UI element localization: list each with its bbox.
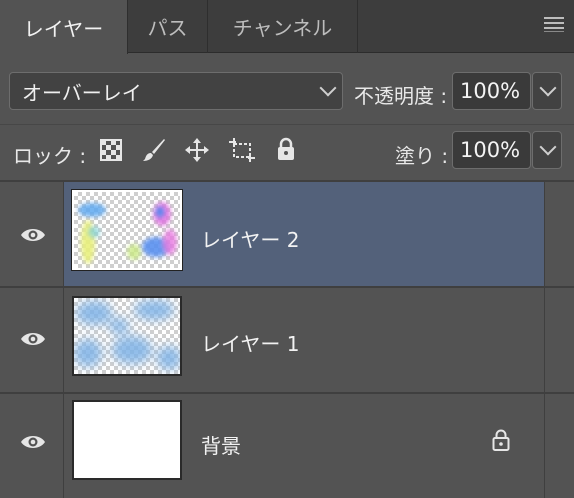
fill-value: 100% <box>460 138 521 162</box>
eye-icon[interactable] <box>20 331 46 347</box>
lock-image-pixels-icon[interactable] <box>141 137 167 163</box>
layer-row-layer-1[interactable]: レイヤー 1 <box>0 288 574 392</box>
chevron-down-icon <box>319 79 337 97</box>
fill-dropdown-button[interactable] <box>532 131 562 169</box>
blend-mode-value: オーバーレイ <box>22 80 142 105</box>
opacity-label: 不透明度 : <box>354 84 448 108</box>
visibility-column <box>0 182 63 286</box>
tab-channels-label: チャンネル <box>232 16 333 40</box>
lock-position-icon[interactable] <box>185 138 209 162</box>
lock-all-icon[interactable] <box>276 137 296 161</box>
hamburger-icon[interactable] <box>544 17 564 33</box>
eye-icon[interactable] <box>20 227 46 243</box>
visibility-column <box>0 288 63 392</box>
tab-paths[interactable]: パス <box>128 0 208 53</box>
layer-content[interactable]: レイヤー 1 <box>63 288 544 392</box>
opacity-input[interactable]: 100% <box>452 72 531 110</box>
blend-mode-select[interactable]: オーバーレイ <box>9 72 343 110</box>
layer-name: レイヤー 2 <box>201 228 300 252</box>
fill-input[interactable]: 100% <box>452 131 531 169</box>
scroll-gutter <box>544 182 574 286</box>
lock-label: ロック : <box>13 144 87 168</box>
chevron-down-icon <box>539 79 557 97</box>
layer-row-layer-2[interactable]: レイヤー 2 <box>0 182 574 286</box>
layer-lock-icon <box>492 429 510 451</box>
scroll-gutter <box>544 288 574 392</box>
layer-content[interactable]: レイヤー 2 <box>63 182 544 286</box>
divider <box>0 124 574 125</box>
layer-name: 背景 <box>201 434 241 458</box>
tab-layers[interactable]: レイヤー <box>0 0 128 54</box>
layer-name: レイヤー 1 <box>201 332 300 356</box>
lock-artboard-icon[interactable] <box>228 137 256 163</box>
scroll-gutter <box>544 394 574 498</box>
tab-paths-label: パス <box>147 16 188 40</box>
eye-icon[interactable] <box>20 434 46 450</box>
layer-content[interactable]: 背景 <box>63 394 544 498</box>
layer-row-background[interactable]: 背景 <box>0 394 574 498</box>
visibility-column <box>0 394 63 498</box>
chevron-down-icon <box>539 138 557 156</box>
layer-thumbnail <box>72 296 182 376</box>
opacity-value: 100% <box>460 79 521 103</box>
opacity-dropdown-button[interactable] <box>532 72 562 110</box>
layer-thumbnail <box>72 400 182 480</box>
layer-thumbnail <box>71 189 183 271</box>
lock-transparent-pixels-icon[interactable] <box>100 139 122 161</box>
tab-channels[interactable]: チャンネル <box>208 0 358 53</box>
fill-label: 塗り : <box>395 144 449 168</box>
tab-layers-label: レイヤー <box>23 16 104 41</box>
tab-bar: レイヤー パス チャンネル <box>0 0 574 54</box>
